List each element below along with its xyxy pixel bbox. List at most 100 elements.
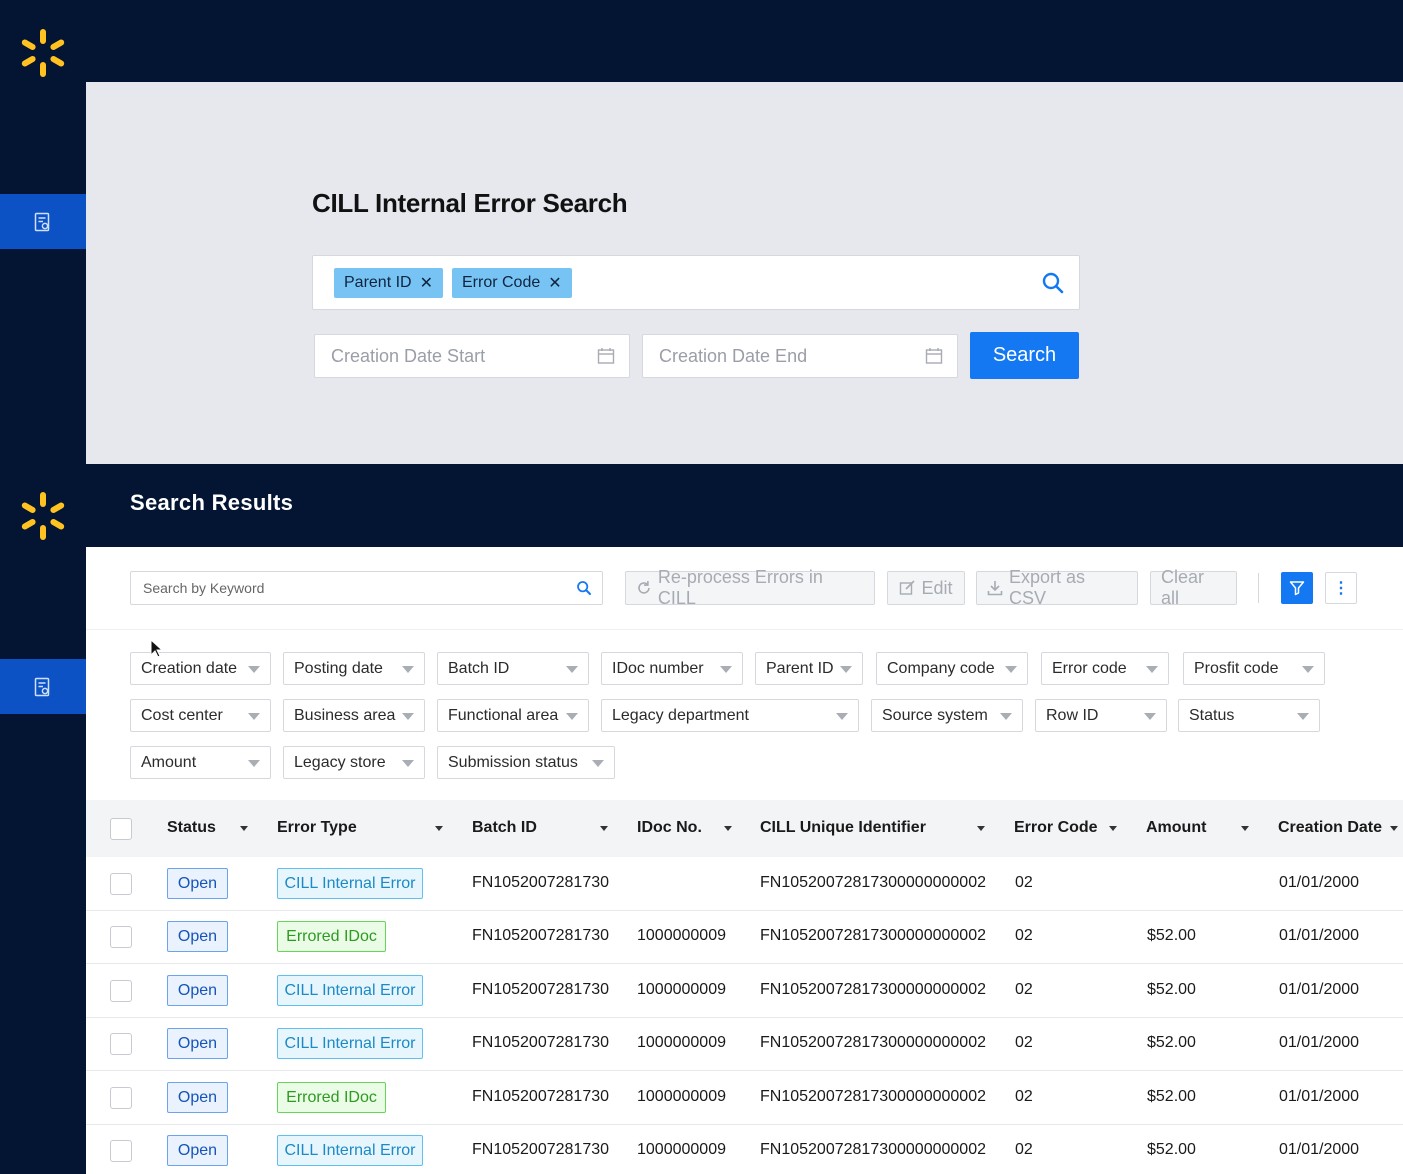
col-amount[interactable]: Amount xyxy=(1146,819,1206,837)
row-checkbox[interactable] xyxy=(110,926,132,948)
table-row[interactable]: Open Errored IDoc FN1052007281730 100000… xyxy=(86,910,1403,964)
sort-caret-icon[interactable] xyxy=(600,826,608,831)
row-checkbox[interactable] xyxy=(110,1087,132,1109)
search-button[interactable]: Search xyxy=(970,332,1079,379)
chevron-down-icon xyxy=(1005,666,1017,673)
cell-idoc: 1000000009 xyxy=(637,981,726,998)
filter-cost-center[interactable]: Cost center xyxy=(130,699,271,732)
sort-caret-icon[interactable] xyxy=(435,826,443,831)
chevron-down-icon xyxy=(566,666,578,673)
filter-toggle-button[interactable] xyxy=(1281,572,1313,604)
creation-date-start-field[interactable]: Creation Date Start xyxy=(314,334,630,378)
chevron-down-icon xyxy=(592,760,604,767)
reprocess-errors-button[interactable]: Re-process Errors in CILL xyxy=(625,567,875,608)
edit-button[interactable]: Edit xyxy=(887,571,965,605)
filter-batch-id[interactable]: Batch ID xyxy=(437,652,589,685)
results-title: Search Results xyxy=(130,490,294,515)
side-nav-top xyxy=(0,0,86,464)
status-badge: Open xyxy=(167,1135,228,1166)
filter-label: Error code xyxy=(1052,659,1127,677)
sort-caret-icon[interactable] xyxy=(977,826,985,831)
calendar-icon[interactable] xyxy=(925,347,943,365)
table-row[interactable]: Open CILL Internal Error FN1052007281730… xyxy=(86,964,1403,1018)
table-row[interactable]: Open CILL Internal Error FN1052007281730… xyxy=(86,1124,1403,1174)
row-checkbox[interactable] xyxy=(110,1140,132,1162)
keyword-placeholder: Search by Keyword xyxy=(143,580,265,596)
table-row[interactable]: Open CILL Internal Error FN1052007281730… xyxy=(86,857,1403,911)
clear-all-button[interactable]: Clear all xyxy=(1150,567,1237,608)
search-icon[interactable] xyxy=(1041,271,1065,295)
filter-prosfit-code[interactable]: Prosfit code xyxy=(1183,652,1325,685)
filter-row-id[interactable]: Row ID xyxy=(1035,699,1167,732)
filter-idoc-number[interactable]: IDoc number xyxy=(601,652,743,685)
col-batch-id[interactable]: Batch ID xyxy=(472,819,537,837)
cell-idoc: 1000000009 xyxy=(637,927,726,944)
filter-submission-status[interactable]: Submission status xyxy=(437,746,615,779)
col-creation-date[interactable]: Creation Date xyxy=(1278,819,1382,837)
cell-uid: FN10520072817300000000002 xyxy=(760,927,986,944)
filter-label: Company code xyxy=(887,659,995,677)
refresh-icon xyxy=(638,581,650,594)
cell-batch-id: FN1052007281730 xyxy=(472,1034,610,1051)
filter-label: Submission status xyxy=(448,753,578,771)
col-error-code[interactable]: Error Code xyxy=(1014,819,1098,837)
sort-caret-icon[interactable] xyxy=(724,826,732,831)
filter-legacy-store[interactable]: Legacy store xyxy=(283,746,425,779)
col-idoc-no[interactable]: IDoc No. xyxy=(637,819,702,837)
filter-posting-date[interactable]: Posting date xyxy=(283,652,425,685)
results-toolbar: Search by Keyword Re-process Errors in C… xyxy=(86,547,1403,630)
filter-error-code[interactable]: Error code xyxy=(1041,652,1169,685)
export-csv-button[interactable]: Export as CSV xyxy=(976,567,1138,608)
close-icon[interactable]: ✕ xyxy=(420,273,433,293)
filter-functional-area[interactable]: Functional area xyxy=(437,699,589,732)
table-row[interactable]: Open Errored IDoc FN1052007281730 100000… xyxy=(86,1071,1403,1125)
chip-parent-id[interactable]: Parent ID ✕ xyxy=(334,268,443,298)
filter-label: Amount xyxy=(141,753,197,771)
filter-label: Status xyxy=(1189,706,1235,724)
keyword-search-input[interactable]: Search by Keyword xyxy=(130,571,603,605)
spark-logo-icon xyxy=(21,492,65,540)
nav-item-error-search[interactable] xyxy=(0,194,86,249)
sort-caret-icon[interactable] xyxy=(1241,826,1249,831)
filter-label: Functional area xyxy=(448,706,559,724)
select-all-checkbox[interactable] xyxy=(110,818,132,840)
cell-uid: FN10520072817300000000002 xyxy=(760,981,986,998)
chevron-down-icon xyxy=(1000,713,1012,720)
sort-caret-icon[interactable] xyxy=(1390,826,1398,831)
close-icon[interactable]: ✕ xyxy=(548,273,561,293)
filter-icon xyxy=(1289,581,1305,596)
row-checkbox[interactable] xyxy=(110,980,132,1002)
chevron-down-icon xyxy=(836,713,848,720)
row-checkbox[interactable] xyxy=(110,873,132,895)
cell-date: 01/01/2000 xyxy=(1279,874,1360,891)
more-options-button[interactable]: ⋮ xyxy=(1325,572,1357,604)
filter-business-area[interactable]: Business area xyxy=(283,699,425,732)
filter-amount[interactable]: Amount xyxy=(130,746,271,779)
chip-label: Error Code xyxy=(462,274,541,291)
creation-date-end-field[interactable]: Creation Date End xyxy=(642,334,958,378)
nav-item-error-search[interactable] xyxy=(0,659,86,714)
row-checkbox[interactable] xyxy=(110,1033,132,1055)
cell-amount: $52.00 xyxy=(1147,927,1196,944)
filter-source-system[interactable]: Source system xyxy=(871,699,1023,732)
filter-status[interactable]: Status xyxy=(1178,699,1320,732)
table-row[interactable]: Open CILL Internal Error FN1052007281730… xyxy=(86,1017,1403,1071)
cell-date: 01/01/2000 xyxy=(1279,1088,1360,1105)
chevron-down-icon xyxy=(248,666,260,673)
cell-idoc: 1000000009 xyxy=(637,1034,726,1051)
col-status[interactable]: Status xyxy=(167,819,216,837)
calendar-icon[interactable] xyxy=(597,347,615,365)
chip-search-input[interactable]: Parent ID ✕ Error Code ✕ xyxy=(312,255,1080,310)
sort-caret-icon[interactable] xyxy=(1109,826,1117,831)
filter-legacy-department[interactable]: Legacy department xyxy=(601,699,859,732)
sort-caret-icon[interactable] xyxy=(240,826,248,831)
search-icon[interactable] xyxy=(576,580,592,596)
filter-label: Parent ID xyxy=(766,659,834,677)
col-error-type[interactable]: Error Type xyxy=(277,819,357,837)
col-cill-uid[interactable]: CILL Unique Identifier xyxy=(760,819,926,837)
filter-parent-id[interactable]: Parent ID xyxy=(755,652,863,685)
date-end-placeholder: Creation Date End xyxy=(659,345,808,366)
date-start-placeholder: Creation Date Start xyxy=(331,345,486,366)
chip-error-code[interactable]: Error Code ✕ xyxy=(452,268,572,298)
filter-company-code[interactable]: Company code xyxy=(876,652,1028,685)
